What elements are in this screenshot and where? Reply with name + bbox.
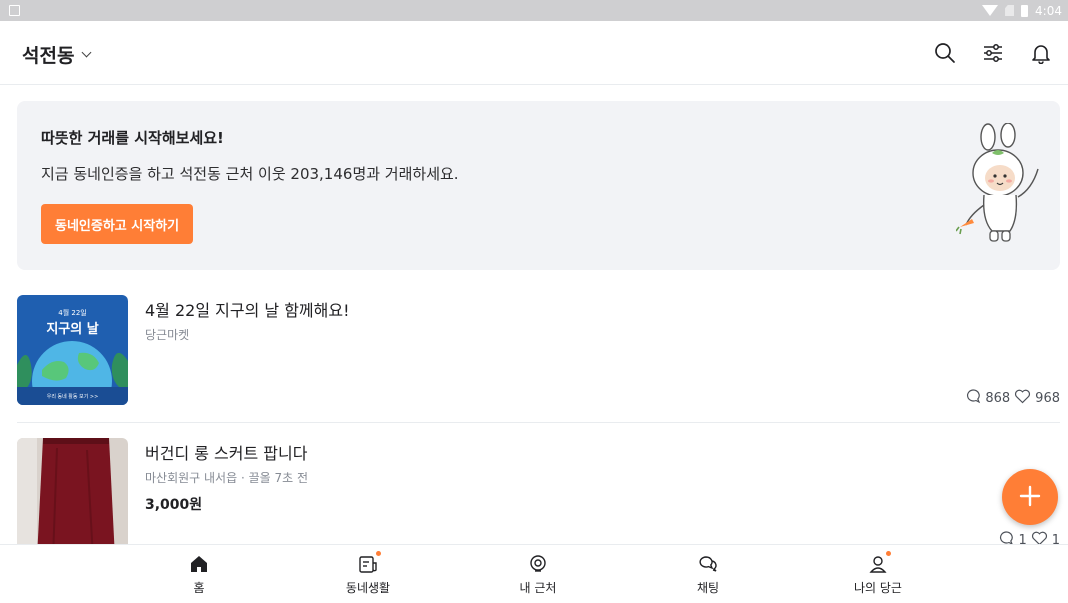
filter-icon[interactable] (980, 40, 1006, 66)
bell-icon[interactable] (1028, 40, 1054, 66)
status-time: 4:04 (1035, 3, 1062, 18)
nav-item-my-profile[interactable]: 나의 당근 (833, 545, 923, 603)
heart-icon (1014, 389, 1031, 408)
chevron-down-icon (82, 47, 92, 58)
earth-day-thumbnail: 4월 22일 지구의 날 우리 동네 활동 보기 >> (17, 295, 128, 405)
nav-item-nearby[interactable]: 내 근처 (493, 545, 583, 603)
feed-item-subtitle: 마산회원구 내서읍 · 끌올 7초 전 (145, 471, 309, 485)
feed-item-price: 3,000원 (145, 497, 203, 513)
feed-item[interactable]: 버건디 롱 스커트 팝니다 마산회원구 내서읍 · 끌올 7초 전 3,000원… (17, 438, 1060, 544)
nav-label: 홈 (193, 581, 205, 595)
nav-item-home[interactable]: 홈 (154, 545, 244, 603)
chat-icon (697, 553, 719, 575)
verify-neighborhood-button[interactable]: 동네인증하고 시작하기 (41, 204, 194, 244)
home-icon (188, 553, 210, 575)
like-count: 1 (1051, 532, 1060, 545)
nav-item-neighborhood[interactable]: 동네생활 (323, 545, 413, 603)
neighborhood-icon (357, 551, 381, 575)
rabbit-mascot-illustration (955, 122, 1046, 248)
nav-item-chat[interactable]: 채팅 (663, 545, 753, 603)
sim-icon (1005, 5, 1015, 16)
comment-count: 1 (1018, 532, 1027, 545)
bottom-navigation: 홈 동네생활 내 근처 채팅 나의 당근 (0, 544, 1068, 602)
nav-label: 동네생활 (345, 581, 391, 595)
location-selector[interactable]: 석전동 (22, 41, 92, 68)
banner-title: 따뜻한 거래를 시작해보세요! (41, 129, 224, 147)
thumb-headline: 지구의 날 (46, 321, 98, 337)
battery-icon (1021, 4, 1029, 17)
banner-description: 지금 동네인증을 하고 석전동 근처 이웃 203,146명과 거래하세요. (41, 165, 459, 183)
feed-item[interactable]: 4월 22일 지구의 날 우리 동네 활동 보기 >> 4월 22일 지구의 날… (17, 295, 1060, 407)
nav-label: 내 근처 (519, 581, 557, 595)
divider (17, 422, 1060, 423)
badge-dot (376, 551, 381, 556)
search-icon[interactable] (932, 40, 958, 66)
nav-label: 채팅 (696, 581, 720, 595)
comment-count: 868 (985, 390, 1011, 406)
profile-icon (867, 551, 891, 575)
plus-icon (1019, 485, 1041, 510)
app-bar: 석전동 (0, 21, 1068, 85)
skirt-thumbnail (17, 438, 128, 544)
status-indicators: 4:04 (982, 0, 1062, 21)
location-pin-icon (527, 553, 549, 575)
feed-item-title: 4월 22일 지구의 날 함께해요! (145, 301, 350, 320)
heart-icon (1031, 531, 1048, 544)
feed-item-counts: 868 968 (965, 388, 1060, 408)
comment-icon (965, 388, 981, 408)
location-label: 석전동 (22, 45, 75, 67)
thumb-footer: 우리 동네 활동 보기 >> (47, 393, 99, 400)
feed-item-subtitle: 당근마켓 (145, 328, 190, 342)
like-count: 968 (1035, 390, 1060, 406)
verification-banner: 따뜻한 거래를 시작해보세요! 지금 동네인증을 하고 석전동 근처 이웃 20… (17, 101, 1060, 270)
top-actions (932, 40, 1054, 66)
badge-dot (886, 551, 891, 556)
notification-app-icon (9, 5, 20, 16)
feed-item-title: 버건디 롱 스커트 팝니다 (145, 444, 308, 463)
wifi-icon (982, 5, 999, 16)
status-bar: 4:04 (0, 0, 1068, 21)
nav-label: 나의 당근 (854, 581, 902, 595)
write-post-button[interactable] (1002, 469, 1058, 525)
thumb-date: 4월 22일 (58, 308, 86, 317)
comment-icon (998, 530, 1014, 544)
feed-item-counts: 1 1 (998, 530, 1060, 544)
